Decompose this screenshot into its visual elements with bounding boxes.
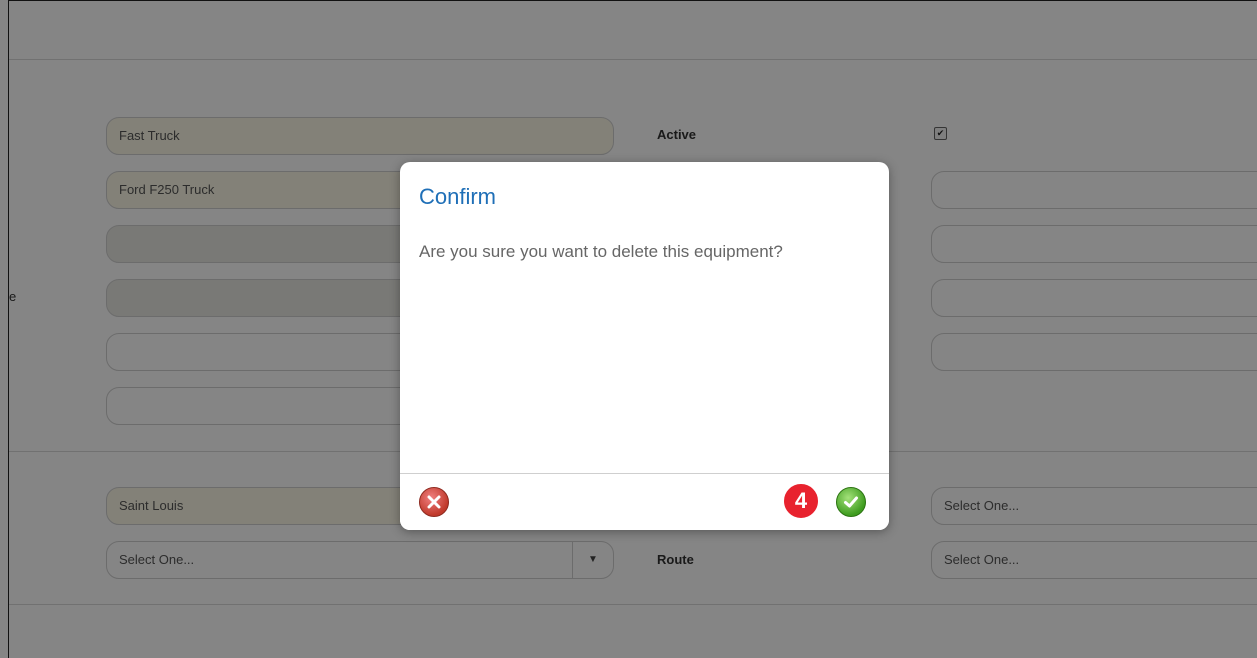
cancel-button[interactable] — [419, 487, 449, 517]
dialog-title: Confirm — [419, 184, 497, 209]
confirm-dialog: Confirm Are you sure you want to delete … — [400, 162, 889, 530]
x-circle-icon — [427, 495, 441, 509]
check-circle-icon — [844, 496, 858, 508]
step-badge: 4 — [782, 482, 820, 520]
dialog-message: Are you sure you want to delete this equ… — [419, 242, 783, 261]
confirm-button[interactable] — [836, 487, 866, 517]
dialog-footer: 4 — [400, 473, 889, 530]
